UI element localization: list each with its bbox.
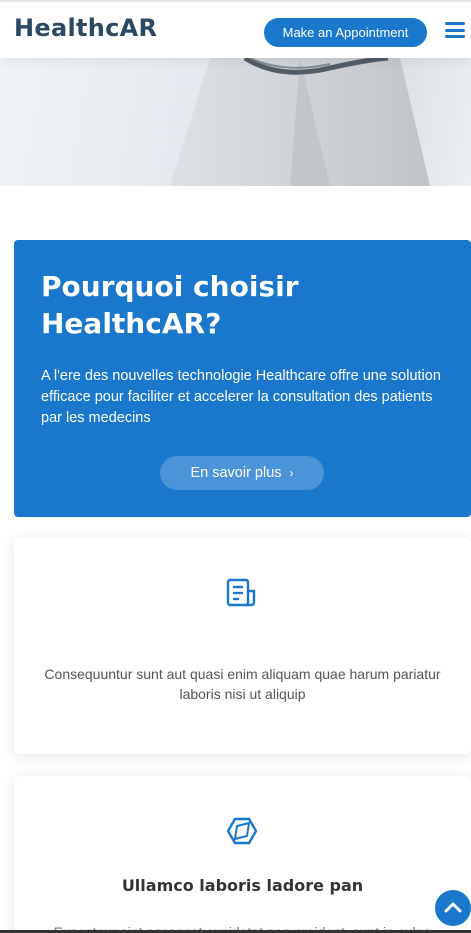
feature-card: Consequuntur sunt aut quasi enim aliquam…: [14, 538, 471, 754]
hero-image: [0, 58, 471, 186]
back-to-top-button[interactable]: [435, 890, 471, 926]
doctor-image: [0, 58, 471, 186]
receipt-icon: [226, 578, 256, 607]
why-description: A l'ere des nouvelles technologie Health…: [41, 368, 441, 426]
cube-alt-icon: [226, 817, 258, 845]
why-choose-box: Pourquoi choisir HealthcAR? A l'ere des …: [14, 240, 471, 517]
hamburger-menu-icon[interactable]: [445, 22, 465, 38]
learn-more-label: En savoir plus: [190, 465, 282, 481]
arrow-up-icon: [444, 902, 462, 913]
learn-more-button[interactable]: En savoir plus ›: [160, 456, 324, 490]
why-title: Pourquoi choisir HealthcAR?: [41, 270, 299, 340]
feature-card-text: Consequuntur sunt aut quasi enim aliquam…: [44, 666, 441, 702]
feature-card-title: Ullamco laboris ladore pan: [121, 876, 364, 895]
make-appointment-button[interactable]: Make an Appointment: [264, 18, 427, 47]
feature-card: Ullamco laboris ladore pan Excepteur sin…: [14, 776, 471, 933]
site-header: HealthcAR Make an Appointment: [0, 0, 471, 58]
chevron-right-icon: ›: [289, 466, 294, 480]
logo[interactable]: HealthcAR: [14, 14, 157, 42]
